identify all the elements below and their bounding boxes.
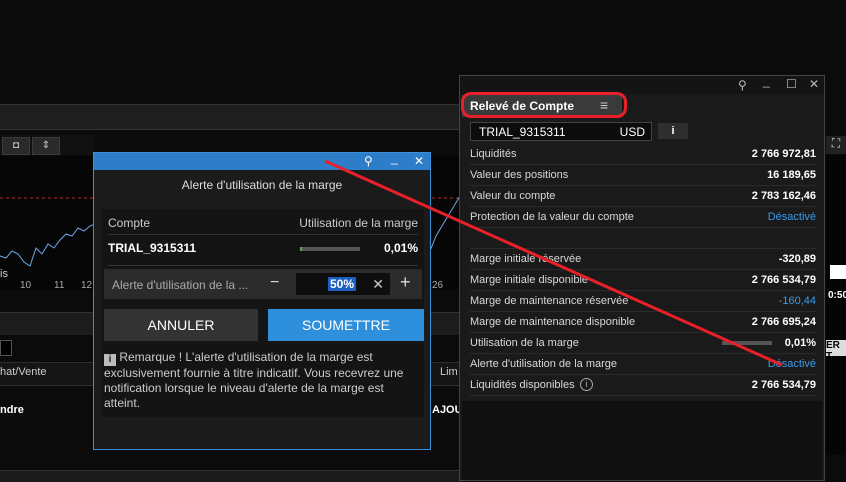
sell-label: ndre	[0, 404, 24, 416]
close-icon[interactable]: ✕	[809, 77, 819, 91]
row-label: Liquidités disponibles	[470, 379, 575, 391]
add-label: AJOU	[432, 404, 463, 416]
row-initial-margin-available: Marge initiale disponible 2 766 534,79	[470, 270, 816, 291]
maximize-icon[interactable]: ☐	[786, 77, 797, 91]
row-value: 2 766 534,79	[751, 379, 816, 391]
row-label: Liquidités	[470, 148, 517, 160]
right-time-label: 0:50	[828, 290, 846, 301]
close-icon[interactable]: ✕	[414, 154, 424, 168]
row-label: Utilisation de la marge	[470, 337, 579, 349]
divider	[108, 265, 418, 266]
row-initial-margin-reserved: Marge initiale réservée -320,89	[470, 249, 816, 270]
account-table: Compte Utilisation de la marge TRIAL_931…	[102, 209, 424, 417]
row-label: Marge initiale disponible	[470, 274, 589, 286]
background-header-bar	[0, 104, 463, 130]
row-maintenance-margin-available: Marge de maintenance disponible 2 766 69…	[470, 312, 816, 333]
alert-level-label: Alerte d'utilisation de la ...	[112, 278, 249, 292]
decrement-button[interactable]: −	[270, 274, 279, 292]
alert-level-input[interactable]: 50% ✕	[296, 273, 390, 295]
account-selector[interactable]: TRIAL_9315311 USD	[470, 122, 652, 141]
row-value: 2 766 972,81	[751, 148, 816, 160]
usage-value: 0,01%	[383, 241, 418, 255]
protection-toggle-link[interactable]: Désactivé	[768, 211, 816, 223]
row-label: Alerte d'utilisation de la marge	[470, 358, 618, 370]
row-maintenance-margin-reserved: Marge de maintenance réservée -160,44	[470, 291, 816, 312]
x-tick: 11	[54, 280, 65, 291]
x-tick: 12	[81, 280, 93, 291]
right-marker	[830, 265, 846, 279]
chart-type-button[interactable]: ◘	[2, 137, 30, 155]
row-value: 0,01%	[784, 337, 816, 349]
row-spacer	[470, 228, 816, 249]
column-buy-sell[interactable]: hat/Vente	[0, 366, 47, 378]
info-icon[interactable]: i	[580, 378, 593, 391]
minimize-icon[interactable]: _	[391, 151, 398, 165]
remark-text-block: i Remarque ! L'alerte d'utilisation de l…	[104, 350, 420, 411]
column-limit[interactable]: Lim	[440, 366, 458, 378]
chart-scale-button[interactable]: ⇕	[32, 137, 60, 155]
row-account-protection: Protection de la valeur du compte Désact…	[470, 207, 816, 228]
info-button[interactable]: i	[658, 123, 688, 139]
panel-empty-area	[462, 401, 822, 480]
row-account-value: Valeur du compte 2 783 162,46	[470, 186, 816, 207]
alert-level-row: Alerte d'utilisation de la ... − 50% ✕ +	[104, 269, 422, 299]
row-cash: Liquidités 2 766 972,81	[470, 144, 816, 165]
expand-icon[interactable]: ⛶	[826, 136, 846, 154]
margin-alert-link[interactable]: Désactivé	[768, 358, 816, 370]
column-account-header: Compte	[108, 216, 151, 230]
right-chart-strip	[826, 155, 846, 455]
background-footer	[0, 470, 463, 482]
highlight-annotation	[461, 92, 627, 118]
row-margin-usage: Utilisation de la marge 0,01%	[470, 333, 816, 354]
alert-level-value[interactable]: 50%	[327, 277, 356, 291]
row-label: Marge initiale réservée	[470, 253, 582, 265]
row-value: -160,44	[778, 295, 816, 307]
info-icon: i	[104, 354, 116, 366]
pin-icon[interactable]: ⚲	[364, 154, 373, 168]
column-usage-header: Utilisation de la marge	[299, 216, 418, 230]
increment-button[interactable]: +	[400, 272, 411, 293]
row-margin-alert: Alerte d'utilisation de la marge Désacti…	[470, 354, 816, 375]
pin-icon[interactable]: ⚲	[738, 78, 747, 92]
row-positions-value: Valeur des positions 16 189,65	[470, 165, 816, 186]
row-value: 2 766 695,24	[751, 316, 816, 328]
divider	[108, 234, 418, 235]
row-label: Valeur des positions	[470, 169, 569, 181]
usage-bar	[300, 247, 360, 251]
account-id: TRIAL_9315311	[108, 241, 197, 255]
row-label: Protection de la valeur du compte	[470, 211, 634, 223]
chart-axis-label: is	[0, 268, 8, 280]
minimize-icon[interactable]: _	[763, 74, 770, 88]
row-label: Valeur du compte	[470, 190, 556, 202]
account-statement-panel: ⚲ _ ☐ ✕ Relevé de Compte ≡ TRIAL_9315311…	[459, 74, 825, 481]
row-available-cash: Liquidités disponibles i 2 766 534,79	[470, 375, 816, 396]
x-tick: 26	[432, 280, 444, 291]
row-label: Marge de maintenance réservée	[470, 295, 629, 307]
margin-usage-bar	[722, 341, 772, 345]
row-value: -320,89	[778, 253, 816, 265]
dialog-titlebar[interactable]: ⚲ _ ✕	[94, 151, 430, 170]
x-tick: 10	[20, 280, 32, 291]
usage-bar-fill	[300, 247, 302, 251]
dialog-title: Alerte d'utilisation de la marge	[181, 178, 343, 192]
row-value: 2 766 534,79	[751, 274, 816, 286]
row-value: 16 189,65	[767, 169, 816, 181]
currency: USD	[619, 125, 645, 139]
margin-alert-dialog: ⚲ _ ✕ Alerte d'utilisation de la marge C…	[93, 151, 431, 450]
right-button[interactable]: ER T	[826, 340, 846, 362]
clear-icon[interactable]: ✕	[372, 276, 384, 293]
submit-button[interactable]: SOUMETTRE	[268, 309, 424, 341]
orders-checkbox[interactable]	[0, 340, 12, 356]
account-id: TRIAL_9315311	[479, 125, 566, 139]
remark-text: Remarque ! L'alerte d'utilisation de la …	[104, 350, 404, 410]
row-label: Marge de maintenance disponible	[470, 316, 636, 328]
price-line	[0, 223, 96, 267]
cancel-button[interactable]: ANNULER	[104, 309, 258, 341]
row-value: 2 783 162,46	[751, 190, 816, 202]
